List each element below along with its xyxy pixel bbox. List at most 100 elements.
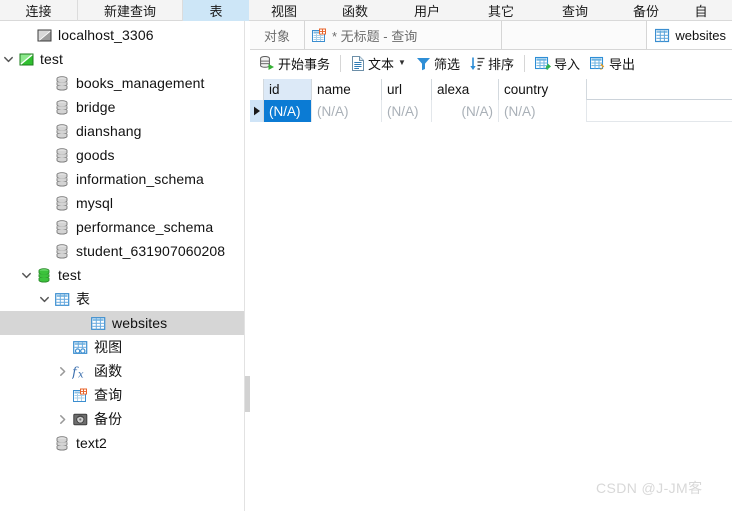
ribbon-tab-function[interactable]: 函数 xyxy=(319,0,391,21)
tree-item[interactable]: student_631907060208 xyxy=(0,239,244,263)
ribbon-tab-label: 视图 xyxy=(270,4,297,19)
grid-cell[interactable]: (N/A) xyxy=(499,100,587,122)
watermark: CSDN @J-JM客 xyxy=(596,480,703,496)
ribbon-tab-backup[interactable]: 备份 xyxy=(611,0,681,21)
ribbon-tab-table[interactable]: 表 xyxy=(183,0,249,21)
chevron-down-icon[interactable] xyxy=(0,47,16,71)
tree-item[interactable]: goods xyxy=(0,143,244,167)
begin-transaction-button[interactable]: 开始事务 xyxy=(254,52,335,75)
ribbon-tab-user[interactable]: 用户 xyxy=(391,0,463,21)
connection-icon-green xyxy=(16,47,36,71)
chevron-down-icon[interactable]: ▼ xyxy=(398,59,406,67)
filter-icon xyxy=(416,56,431,71)
tab-websites-label: websites xyxy=(675,27,726,43)
tree-item-label: 视图 xyxy=(94,339,123,355)
data-grid[interactable]: id name url alexa country (N/A) (N/A) (N/A) (N/… xyxy=(250,79,732,122)
tab-untitled-query-label: * 无标题 - 查询 xyxy=(332,28,418,44)
tab-objects[interactable]: 对象 xyxy=(250,21,306,49)
tree-item[interactable]: 表 xyxy=(0,287,244,311)
tree-item-label: 函数 xyxy=(94,363,123,379)
tree-item[interactable]: test xyxy=(0,47,244,71)
grid-header-row: id name url alexa country xyxy=(250,79,732,100)
ribbon-tab-new-query[interactable]: 新建查询 xyxy=(78,0,183,21)
tree-item[interactable]: performance_schema xyxy=(0,215,244,239)
tree-item-selected[interactable]: websites xyxy=(0,311,244,335)
tree-item[interactable]: 视图 xyxy=(0,335,244,359)
tree-item-label: mysql xyxy=(76,195,114,211)
tree-item[interactable]: books_management xyxy=(0,71,244,95)
export-button[interactable]: 导出 xyxy=(585,52,640,75)
grid-cell[interactable]: (N/A) xyxy=(382,100,432,122)
chevron-down-icon[interactable] xyxy=(36,287,52,311)
grid-cell[interactable]: (N/A) xyxy=(432,100,499,122)
tab-untitled-query[interactable]: * 无标题 - 查询 xyxy=(305,21,503,49)
tab-websites[interactable]: websites xyxy=(646,21,732,49)
grid-corner-cell xyxy=(250,79,264,100)
grid-column-header[interactable]: country xyxy=(499,79,587,100)
tab-objects-label: 对象 xyxy=(264,28,291,44)
text-button[interactable]: 文本 ▼ xyxy=(346,52,411,75)
ribbon-tab-view[interactable]: 视图 xyxy=(249,0,319,21)
import-label: 导入 xyxy=(553,56,580,72)
tree-item[interactable]: bridge xyxy=(0,95,244,119)
toolbar-divider xyxy=(340,54,342,72)
database-icon xyxy=(52,143,72,167)
ribbon-tab-query[interactable]: 查询 xyxy=(539,0,611,21)
grid-column-header[interactable]: alexa xyxy=(432,79,499,100)
import-button[interactable]: 导入 xyxy=(530,52,585,75)
database-icon xyxy=(52,71,72,95)
database-icon xyxy=(52,95,72,119)
tree-item[interactable]: localhost_3306 xyxy=(0,23,244,47)
grid-column-header[interactable]: name xyxy=(312,79,382,100)
tree-item-label: information_schema xyxy=(76,171,204,187)
tree-item-label: performance_schema xyxy=(76,219,214,235)
chevron-right-icon[interactable] xyxy=(54,359,70,383)
current-row-indicator-icon xyxy=(250,100,264,122)
database-icon xyxy=(52,167,72,191)
ribbon-tab-automation[interactable]: 自 xyxy=(681,0,721,21)
tree-item[interactable]: 备份 xyxy=(0,407,244,431)
chevron-right-icon[interactable] xyxy=(54,407,70,431)
tree-item-label: dianshang xyxy=(76,123,142,139)
grid-cell-selected[interactable]: (N/A) xyxy=(264,100,312,122)
tree-item[interactable]: test xyxy=(0,263,244,287)
filter-button[interactable]: 筛选 xyxy=(411,52,465,75)
ribbon-tab-other[interactable]: 其它 xyxy=(463,0,539,21)
sort-button[interactable]: 排序 xyxy=(465,52,519,75)
sort-label: 排序 xyxy=(487,56,514,72)
table-icon xyxy=(88,311,108,335)
tree-item[interactable]: dianshang xyxy=(0,119,244,143)
tree-item-label: 备份 xyxy=(94,411,123,427)
ribbon-tab-label: 用户 xyxy=(413,4,440,19)
ribbon-tab-connection[interactable]: 连接 xyxy=(0,0,78,21)
tree-item[interactable]: text2 xyxy=(0,431,244,455)
fx-icon: fx xyxy=(70,359,90,383)
tree-item-label: test xyxy=(58,267,81,283)
grid-toolbar: 开始事务 文本 ▼ 筛选 排序 导入 导出 xyxy=(250,50,732,77)
tree-item[interactable]: 查询 xyxy=(0,383,244,407)
tree-item[interactable]: information_schema xyxy=(0,167,244,191)
tree-item[interactable]: mysql xyxy=(0,191,244,215)
text-icon xyxy=(351,55,365,71)
grid-column-header[interactable]: url xyxy=(382,79,432,100)
grid-column-header[interactable]: id xyxy=(264,79,312,100)
tree-item[interactable]: f x 函数 xyxy=(0,359,244,383)
connection-tree-panel[interactable]: localhost_3306 test books_management bridge… xyxy=(0,21,245,511)
ribbon-tab-label: 连接 xyxy=(25,4,52,19)
export-label: 导出 xyxy=(609,56,636,72)
ribbon-tab-label: 新建查询 xyxy=(103,4,156,19)
filter-label: 筛选 xyxy=(433,56,460,72)
grid-row[interactable]: (N/A) (N/A) (N/A) (N/A) (N/A) xyxy=(250,100,732,122)
chevron-down-icon[interactable] xyxy=(18,263,34,287)
tree-item-label: 表 xyxy=(76,291,91,307)
grid-cell[interactable]: (N/A) xyxy=(312,100,382,122)
